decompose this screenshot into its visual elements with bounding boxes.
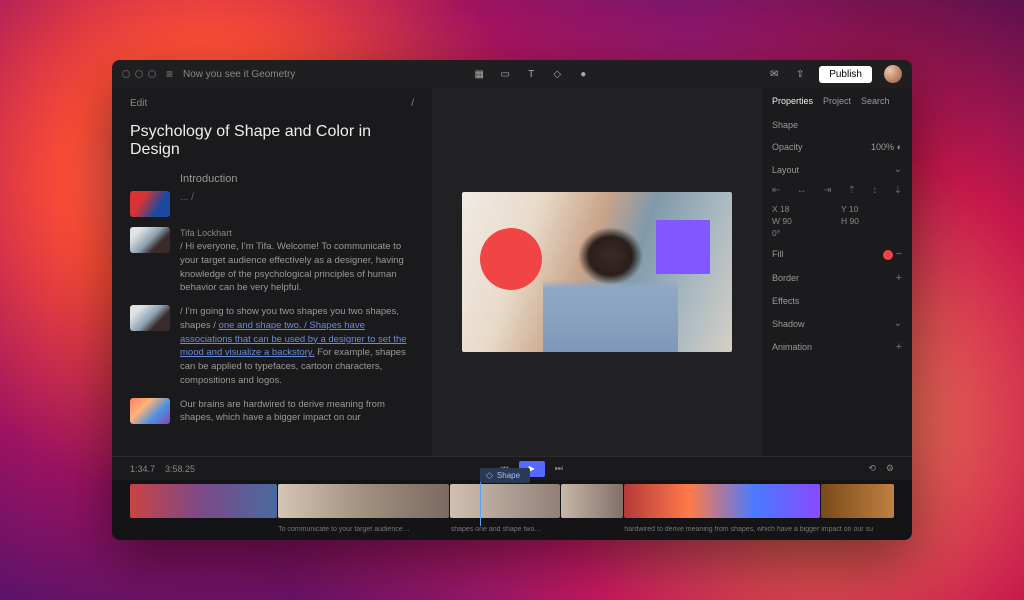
section-intro: Introduction <box>180 173 414 185</box>
hamburger-icon[interactable]: ≡ <box>166 67 173 81</box>
timeline-clip[interactable] <box>130 484 277 518</box>
clip-thumbnail[interactable] <box>130 227 170 253</box>
total-duration: 3:58.25 <box>165 464 195 474</box>
timeline-clip[interactable] <box>821 484 894 518</box>
add-border-icon[interactable] <box>896 272 902 284</box>
clip-thumbnail[interactable] <box>130 191 170 217</box>
shadow-label[interactable]: Shadow <box>772 319 805 329</box>
timeline-clip[interactable] <box>561 484 622 518</box>
shape-square-purple[interactable] <box>656 220 710 274</box>
border-label: Border <box>772 273 799 283</box>
loop-icon[interactable]: ⟲ <box>868 463 876 474</box>
frame-icon[interactable]: ▭ <box>498 67 512 81</box>
opacity-value[interactable]: 100% <box>871 142 894 152</box>
alignment-row[interactable]: ⇤↔⇥⇡↕⇣ <box>772 183 902 198</box>
window-controls[interactable] <box>122 70 156 78</box>
shape-marker[interactable]: Shape <box>480 468 530 483</box>
layout-section[interactable]: Layout <box>772 165 799 175</box>
current-timecode: 1:34.7 <box>130 464 155 474</box>
transcript-text[interactable]: Our brains are hardwired to derive meani… <box>180 399 385 424</box>
slash-indicator: / <box>411 98 414 109</box>
size-h[interactable]: H 90 <box>841 216 902 226</box>
timeline-track[interactable]: Shape <box>112 480 912 526</box>
script-panel: Edit / Psychology of Shape and Color in … <box>112 88 432 456</box>
video-preview[interactable] <box>432 88 762 456</box>
titlebar: ≡ Now you see it Geometry ▦ ▭ T ◇ ● ✉ ⇪ … <box>112 60 912 88</box>
caption-text: shapes one and shape two… <box>451 526 561 540</box>
timeline-clip[interactable] <box>278 484 449 518</box>
caption-text: hardwired to derive meaning from shapes,… <box>624 526 894 540</box>
fill-label: Fill <box>772 249 784 259</box>
desktop-wallpaper: ≡ Now you see it Geometry ▦ ▭ T ◇ ● ✉ ⇪ … <box>0 0 1024 600</box>
clip-thumbnail[interactable] <box>130 398 170 424</box>
opacity-label: Opacity <box>772 142 803 152</box>
publish-button[interactable]: Publish <box>819 66 872 83</box>
timeline-captions: To communicate to your target audience… … <box>112 526 912 540</box>
user-avatar[interactable] <box>884 65 902 83</box>
share-icon[interactable]: ⇪ <box>793 67 807 81</box>
edit-label[interactable]: Edit <box>130 98 147 109</box>
ellipsis: ... / <box>180 192 194 203</box>
video-frame <box>462 192 732 352</box>
shape-section: Shape <box>772 120 798 130</box>
chevron-down-icon[interactable] <box>894 318 902 329</box>
remove-fill-icon[interactable] <box>896 249 902 259</box>
timeline[interactable]: Shape To communicate to your target audi… <box>112 480 912 540</box>
visibility-icon[interactable]: ◐ <box>897 142 902 152</box>
playhead[interactable] <box>480 480 481 526</box>
timeline-clip[interactable] <box>624 484 820 518</box>
shape-circle-red[interactable] <box>480 228 542 290</box>
fill-swatch[interactable] <box>883 250 893 260</box>
project-name: Now you see it Geometry <box>183 69 295 80</box>
settings-icon[interactable]: ⚙ <box>886 463 894 474</box>
comment-icon[interactable]: ✉ <box>767 67 781 81</box>
effects-label: Effects <box>772 296 799 306</box>
speaker-name: Tifa Lockhart <box>180 227 414 240</box>
caption-text: To communicate to your target audience… <box>278 526 450 540</box>
grid-icon[interactable]: ▦ <box>472 67 486 81</box>
pos-x[interactable]: X 18 <box>772 204 833 214</box>
add-animation-icon[interactable] <box>896 341 902 353</box>
clip-thumbnail[interactable] <box>130 305 170 331</box>
pos-y[interactable]: Y 10 <box>841 204 902 214</box>
document-title[interactable]: Psychology of Shape and Color in Design <box>130 123 414 159</box>
chevron-down-icon[interactable] <box>894 164 902 175</box>
tab-project[interactable]: Project <box>823 96 851 106</box>
app-window: ≡ Now you see it Geometry ▦ ▭ T ◇ ● ✉ ⇪ … <box>112 60 912 540</box>
tab-properties[interactable]: Properties <box>772 96 813 106</box>
animation-label: Animation <box>772 342 812 352</box>
text-icon[interactable]: T <box>524 67 538 81</box>
tab-search[interactable]: Search <box>861 96 890 106</box>
rotation[interactable]: 0° <box>772 228 833 238</box>
next-frame-icon[interactable]: ⏭ <box>555 463 563 474</box>
timeline-clip[interactable] <box>450 484 560 518</box>
size-w[interactable]: W 90 <box>772 216 833 226</box>
transcript-text[interactable]: / Hi everyone, I'm Tifa. Welcome! To com… <box>180 241 404 293</box>
shapes-icon[interactable]: ◇ <box>550 67 564 81</box>
mic-icon[interactable]: ● <box>576 67 590 81</box>
properties-panel: Properties Project Search Shape Opacity … <box>762 88 912 456</box>
